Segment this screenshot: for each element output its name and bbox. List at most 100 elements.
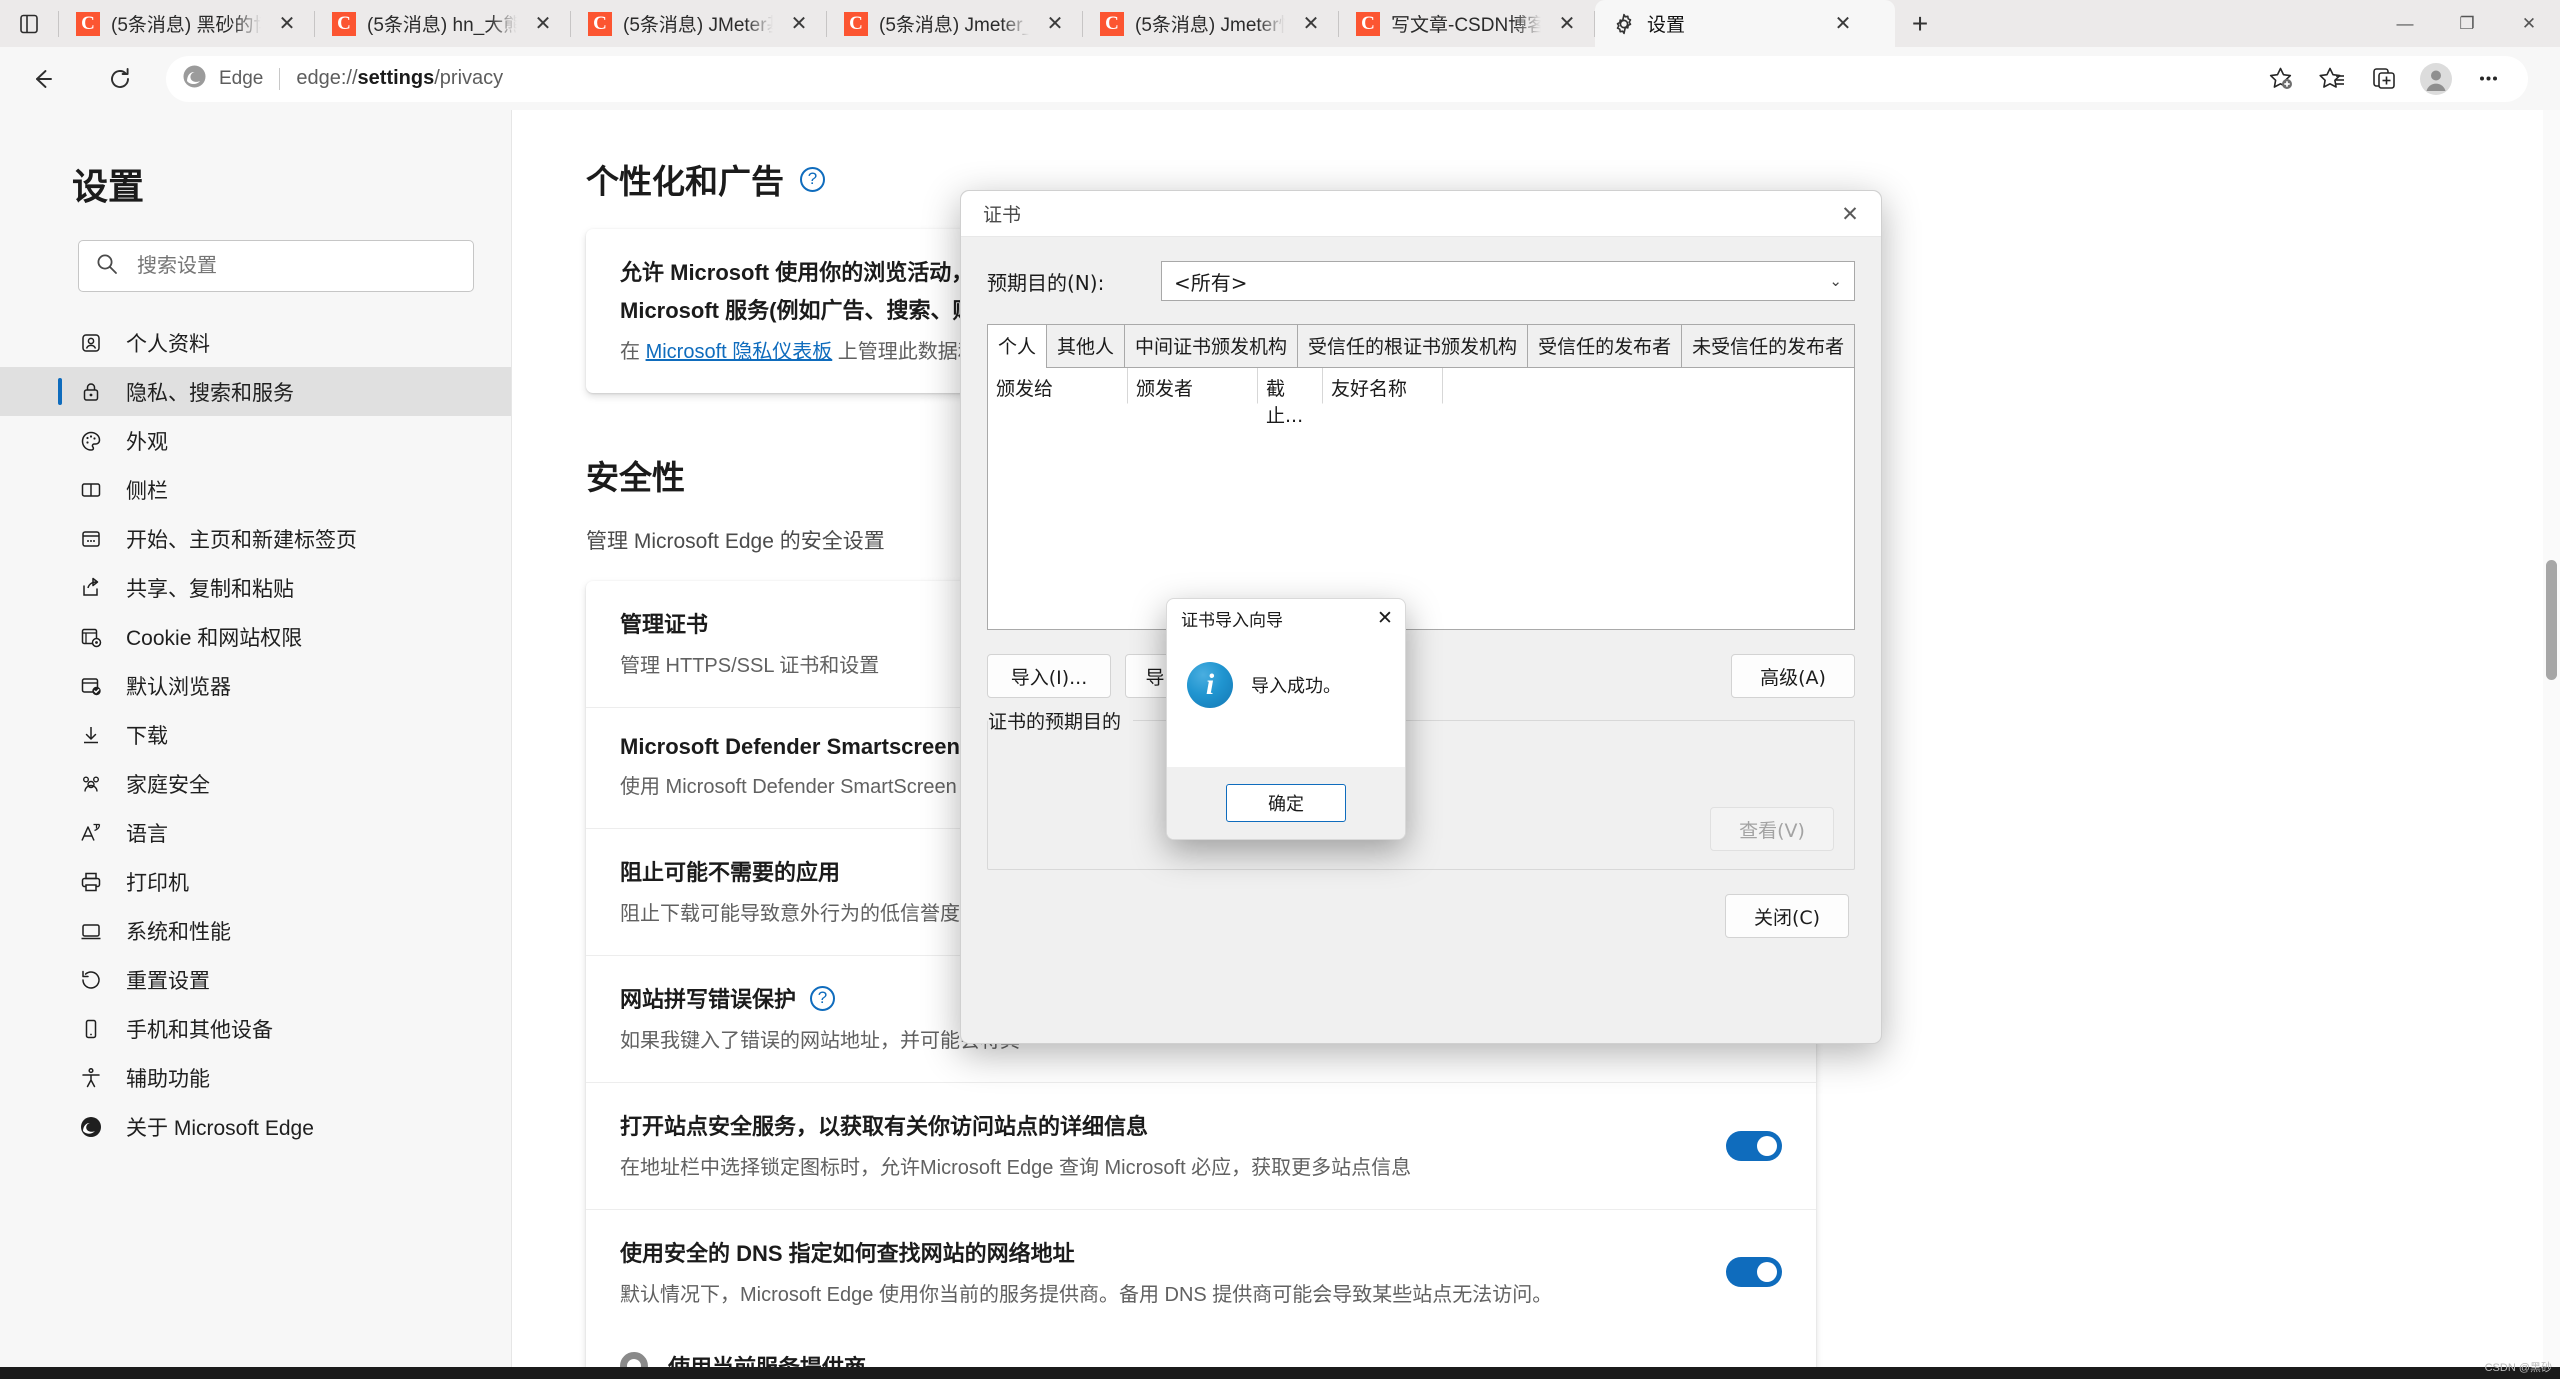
tab-actions-button[interactable] [0,0,58,47]
sidebar-item-startup[interactable]: 开始、主页和新建标签页 [0,514,511,563]
sidebar-item-label: 默认浏览器 [126,671,231,701]
sidebar-item-label: 隐私、搜索和服务 [126,377,294,407]
search-settings-box[interactable] [78,240,474,292]
tab-untrusted-publishers[interactable]: 未受信任的发布者 [1681,324,1855,367]
browser-tab-1[interactable]: C (5条消息) 黑砂的博客_CSDN ✕ [59,0,314,47]
secure-dns-toggle[interactable] [1726,1257,1782,1287]
view-button[interactable]: 查看(V) [1710,807,1834,851]
search-input[interactable] [137,255,457,278]
edge-logo-icon [182,64,207,94]
browser-tab-settings[interactable]: 设置 ✕ [1595,0,1895,47]
reload-button[interactable] [96,55,144,103]
sidebar-item-privacy[interactable]: 隐私、搜索和服务 [0,367,511,416]
home-icon [78,526,104,552]
sidebar-item-about[interactable]: 关于 Microsoft Edge [0,1102,511,1151]
close-icon[interactable]: ✕ [1041,10,1069,38]
tab-trusted-publishers[interactable]: 受信任的发布者 [1527,324,1682,367]
back-arrow-icon [29,66,55,92]
ok-button[interactable]: 确定 [1226,784,1346,822]
taskbar [0,1367,2560,1379]
secure-dns-row[interactable]: 使用安全的 DNS 指定如何查找网站的网络地址 默认情况下，Microsoft … [586,1210,1816,1379]
site-safety-services-row[interactable]: 打开站点安全服务，以获取有关你访问站点的详细信息 在地址栏中选择锁定图标时，允许… [586,1083,1816,1210]
gear-icon [1611,11,1637,37]
scrollbar-thumb[interactable] [2546,560,2557,680]
sidebar-item-profile[interactable]: 个人资料 [0,318,511,367]
sidebar-item-sidebar[interactable]: 侧栏 [0,465,511,514]
page-scrollbar[interactable] [2543,110,2560,1379]
intended-purpose-select[interactable]: <所有> ⌄ [1161,261,1855,301]
fieldset-legend: 证书的预期目的 [988,707,1133,734]
browser-tab-5[interactable]: C (5条消息) Jmeter性能测试- ✕ [1083,0,1338,47]
sidebar-item-default-browser[interactable]: 默认浏览器 [0,661,511,710]
sidebar-item-cookies[interactable]: Cookie 和网站权限 [0,612,511,661]
advanced-button[interactable]: 高级(A) [1731,654,1855,698]
back-button[interactable] [18,55,66,103]
tab-title: (5条消息) 黑砂的博客_CSDN [111,10,261,37]
sidebar-item-label: 外观 [126,426,168,456]
reset-icon [78,967,104,993]
sidebar-item-downloads[interactable]: 下载 [0,710,511,759]
close-icon[interactable]: ✕ [1297,10,1325,38]
certificate-purposes-fieldset: 证书的预期目的 查看(V) [987,720,1855,870]
column-issued-by[interactable]: 颁发者 [1128,368,1258,404]
sidebar-item-share[interactable]: 共享、复制和粘贴 [0,563,511,612]
sidebar-item-printers[interactable]: 打印机 [0,857,511,906]
sidebar-item-accessibility[interactable]: 辅助功能 [0,1053,511,1102]
chevron-down-icon[interactable]: ⌄ [1829,272,1842,290]
tab-other-people[interactable]: 其他人 [1046,324,1125,367]
share-icon [78,575,104,601]
browser-tab-6[interactable]: C 写文章-CSDN博客 ✕ [1339,0,1594,47]
close-icon[interactable]: ✕ [1365,599,1405,637]
settings-more-icon[interactable] [2464,55,2512,103]
sidebar-item-label: 打印机 [126,867,189,897]
search-icon [95,252,119,281]
column-issued-to[interactable]: 颁发给 [988,368,1128,404]
import-button[interactable]: 导入(I)... [987,654,1111,698]
close-icon[interactable]: ✕ [529,10,557,38]
tab-intermediate-ca[interactable]: 中间证书颁发机构 [1124,324,1298,367]
certificate-table[interactable]: 颁发给 颁发者 截止... 友好名称 [987,368,1855,630]
close-icon[interactable]: ✕ [1819,191,1881,237]
sidebar-item-family[interactable]: 家庭安全 [0,759,511,808]
help-icon[interactable]: ? [800,167,825,192]
collections-icon[interactable] [2360,55,2408,103]
certificate-dialog-titlebar: 证书 ✕ [961,191,1881,237]
new-tab-button[interactable]: + [1895,0,1945,47]
close-window-button[interactable]: ✕ [2498,0,2560,47]
site-safety-toggle[interactable] [1726,1131,1782,1161]
csdn-icon: C [1099,11,1125,37]
omnibox-brand: Edge [219,68,263,90]
close-icon[interactable]: ✕ [1829,10,1857,38]
wizard-title: 证书导入向导 [1181,606,1283,631]
browser-tab-2[interactable]: C (5条消息) hn_大熊的博客_C ✕ [315,0,570,47]
column-friendly-name[interactable]: 友好名称 [1323,368,1443,404]
tab-personal[interactable]: 个人 [987,324,1047,368]
privacy-dashboard-link[interactable]: Microsoft 隐私仪表板 [646,341,833,363]
sidebar-item-languages[interactable]: 语言 [0,808,511,857]
favorites-icon[interactable] [2308,55,2356,103]
profile-avatar-icon[interactable] [2412,55,2460,103]
sidebar-item-reset[interactable]: 重置设置 [0,955,511,1004]
sidebar-item-phone[interactable]: 手机和其他设备 [0,1004,511,1053]
tab-title: 设置 [1647,10,1817,37]
csdn-icon: C [331,11,357,37]
sidebar-item-label: 共享、复制和粘贴 [126,573,294,603]
browser-tab-4[interactable]: C (5条消息) Jmeter_黑砂的博 ✕ [827,0,1082,47]
column-expiration[interactable]: 截止... [1258,368,1323,404]
close-icon[interactable]: ✕ [273,10,301,38]
sidebar-item-system[interactable]: 系统和性能 [0,906,511,955]
watermark: CSDN @黑砂 [2485,1359,2552,1375]
minimize-button[interactable]: — [2374,0,2436,47]
maximize-button[interactable]: ❐ [2436,0,2498,47]
browser-tab-3[interactable]: C (5条消息) JMeter基础---脚本 ✕ [571,0,826,47]
close-icon[interactable]: ✕ [1553,10,1581,38]
add-favorite-icon[interactable] [2256,55,2304,103]
sidebar-item-appearance[interactable]: 外观 [0,416,511,465]
printer-icon [78,869,104,895]
close-button[interactable]: 关闭(C) [1725,894,1849,938]
address-bar[interactable]: Edge edge://settings/privacy [166,56,2528,102]
tab-trusted-root-ca[interactable]: 受信任的根证书颁发机构 [1297,324,1528,367]
close-icon[interactable]: ✕ [785,10,813,38]
row-title: 使用安全的 DNS 指定如何查找网站的网络地址 [620,1236,1782,1268]
help-icon[interactable]: ? [810,986,835,1011]
